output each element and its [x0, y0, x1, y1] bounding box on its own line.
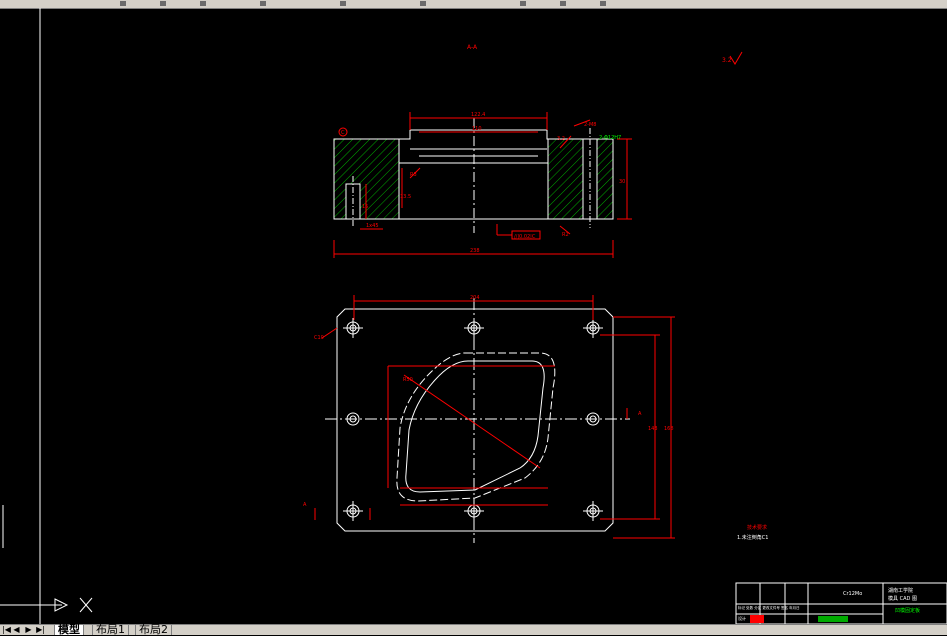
dim-plan-corner: C10: [314, 335, 324, 341]
title-scale-row: 标记 处数 分区 更改文件号 签名 年月日: [738, 605, 800, 610]
ucs-icon: [0, 505, 93, 613]
toolbar-icon[interactable]: [260, 1, 266, 6]
title-drawing-no: 模具 CAD 图: [888, 595, 917, 602]
cavity-inner: [405, 360, 545, 493]
dim-chamfer: 1x45: [366, 223, 379, 229]
datum-label: C: [341, 130, 345, 136]
toolbar-icon[interactable]: [520, 1, 526, 6]
dim-overall-width: 238: [470, 248, 480, 254]
title-part-name: Cr12Mo: [843, 591, 862, 597]
roughness-symbol: 3.2: [722, 51, 743, 65]
dim-hole-depth: 15: [362, 204, 368, 210]
dim-hole-dia: 2-M8: [584, 122, 596, 128]
cavity-outer: [396, 352, 556, 502]
dim-plan-outer: 168: [664, 426, 674, 432]
dim-chamfer2: 3.2: [557, 136, 565, 142]
toolbar-icon[interactable]: [560, 1, 566, 6]
plan-view[interactable]: 204 168 143 R50 C10 A A: [303, 295, 675, 543]
notes-title: 技术要求: [747, 524, 767, 531]
tolerance-text: //|0.02|C: [514, 234, 536, 240]
drawing-canvas[interactable]: A-A 3.2 C 122.4 110 238 30 15 13.5 R3 3.…: [0, 8, 947, 624]
title-school: 湖南工学院: [888, 587, 913, 594]
dim-plan-diag: R50: [403, 377, 413, 383]
title-block[interactable]: [735, 582, 947, 624]
roughness-value: 3.2: [722, 57, 732, 64]
dim-side: 13.5: [400, 194, 411, 200]
section-view[interactable]: C 122.4 110 238 30 15 13.5 R3 3.2 2-M8 2…: [333, 112, 632, 258]
notes-text: 1.未注倒角C1: [737, 534, 768, 541]
toolbar-icon[interactable]: [340, 1, 346, 6]
toolbar-icon[interactable]: [600, 1, 606, 6]
dim-r: R3: [410, 172, 417, 178]
toolbar-icon[interactable]: [160, 1, 166, 6]
title-design: 设计: [738, 615, 746, 621]
section-arrow-left: A: [303, 502, 307, 508]
layout-tabs: |◀ ◀ ▶ ▶| 模型 布局1 布局2: [0, 624, 947, 635]
hatch-right: [547, 138, 614, 220]
section-arrow-right: A: [638, 411, 642, 417]
toolbar-icon[interactable]: [420, 1, 426, 6]
dim-plan-inner: 143: [648, 426, 658, 432]
dim-plan-top: 204: [470, 295, 480, 301]
toolbar-icon[interactable]: [200, 1, 206, 6]
dim-inner-width: 110: [472, 126, 482, 132]
dim-fit: 2-Φ12H7: [599, 135, 621, 141]
toolbar-icon[interactable]: [120, 1, 126, 6]
section-label: A-A: [467, 44, 478, 51]
title-label2: 凹模固定板: [895, 607, 920, 614]
dim-height: 30: [619, 179, 625, 185]
dim-small: R2: [562, 232, 569, 238]
dim-top-width: 122.4: [471, 112, 485, 118]
